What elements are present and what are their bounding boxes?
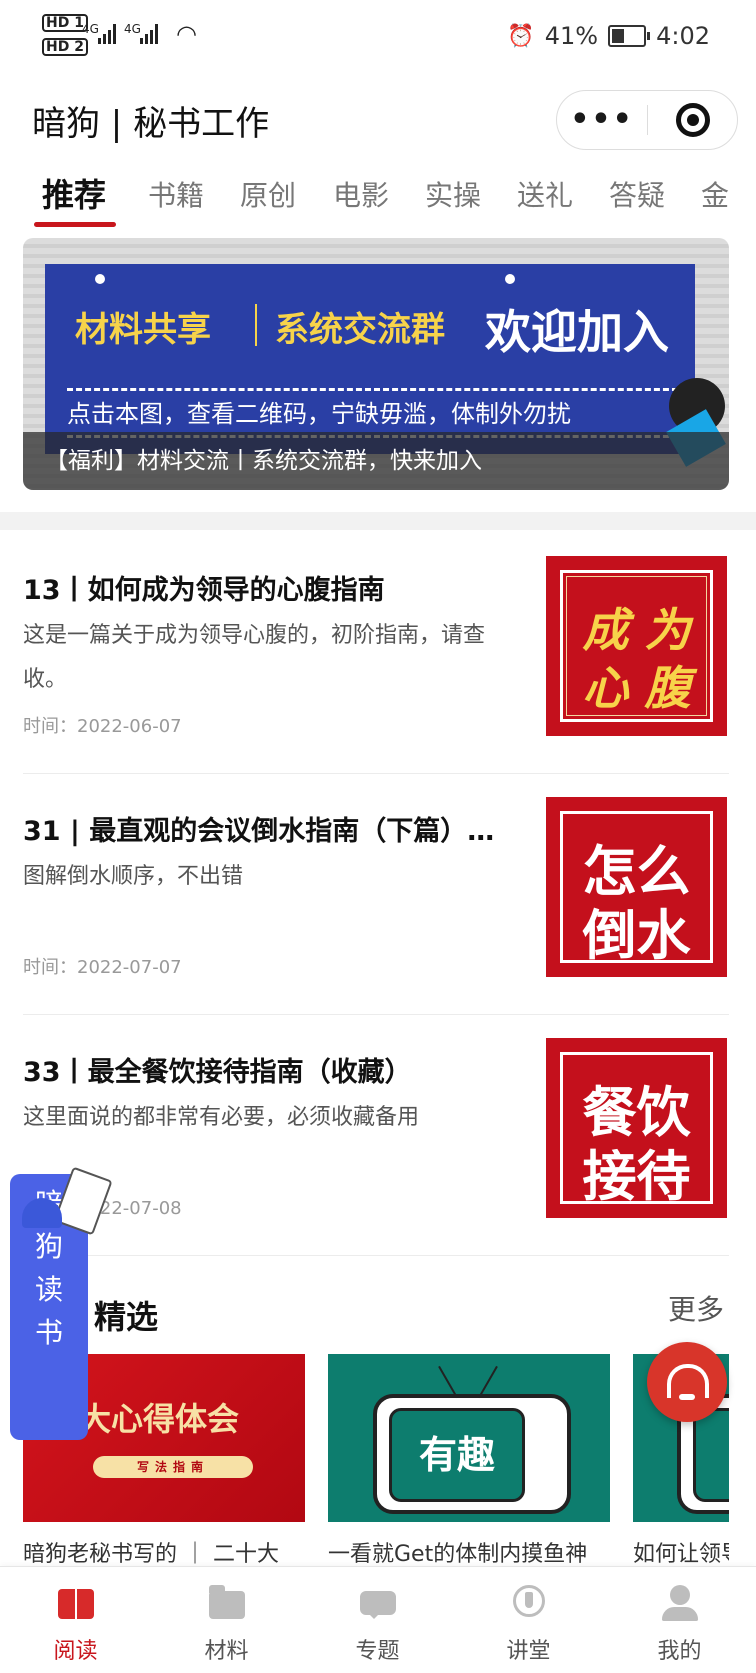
card-image-title: 有 bbox=[693, 1408, 729, 1502]
banner-separator bbox=[255, 304, 257, 346]
nav-topics[interactable]: 专题 bbox=[302, 1567, 453, 1673]
network-type-2: 4G bbox=[124, 22, 141, 36]
page-title: 暗狗 | 秘书工作 bbox=[32, 104, 270, 144]
user-icon bbox=[660, 1583, 700, 1621]
tab-practice[interactable]: 实操 bbox=[425, 174, 481, 214]
banner-caption: 【福利】材料交流丨系统交流群，快来加入 bbox=[23, 432, 729, 490]
lecture-pen-icon bbox=[509, 1583, 549, 1621]
tab-books[interactable]: 书籍 bbox=[148, 174, 204, 214]
headset-mic-icon bbox=[679, 1394, 695, 1400]
close-circle-icon bbox=[675, 103, 710, 137]
article-item[interactable]: 33丨最全餐饮接待指南（收藏） 这里面说的都非常有必要，必须收藏备用 时间：20… bbox=[23, 1016, 729, 1256]
card-caption[interactable]: 一看就Get的体制内摸鱼神 bbox=[328, 1536, 613, 1568]
miniprogram-capsule: ••• bbox=[556, 90, 738, 150]
nav-mine[interactable]: 我的 bbox=[604, 1567, 755, 1673]
more-link[interactable]: 更多 bbox=[668, 1288, 724, 1328]
signal-icon bbox=[140, 24, 158, 44]
tab-movies[interactable]: 电影 bbox=[333, 174, 389, 214]
card-image-title: 有趣 bbox=[389, 1408, 525, 1502]
chat-icon bbox=[358, 1583, 398, 1621]
article-time: 时间：2022-06-07 bbox=[23, 716, 182, 737]
nav-read[interactable]: 阅读 bbox=[0, 1567, 151, 1673]
article-desc: 这是一篇关于成为领导心腹的，初阶指南，请查收。 bbox=[23, 623, 486, 692]
banner-board: 材料共享 系统交流群 欢迎加入 点击本图，查看二维码，宁缺毋滥，体制外勿扰 bbox=[45, 264, 695, 454]
pin-dot bbox=[95, 274, 105, 284]
article-thumbnail: 餐饮 接待 bbox=[546, 1038, 727, 1218]
thumb-text-line1: 成 为 bbox=[582, 603, 691, 657]
nav-materials[interactable]: 材料 bbox=[151, 1567, 302, 1673]
bottom-nav: 阅读 材料 专题 讲堂 我的 bbox=[0, 1566, 756, 1673]
divider bbox=[23, 1255, 729, 1256]
nav-label: 材料 bbox=[204, 1639, 249, 1664]
article-desc: 这里面说的都非常有必要，必须收藏备用 bbox=[23, 1105, 420, 1130]
banner-subtitle: 点击本图，查看二维码，宁缺毋滥，体制外勿扰 bbox=[67, 400, 571, 428]
article-thumbnail: 成 为 心 腹 bbox=[546, 556, 727, 736]
book-icon bbox=[56, 1583, 96, 1621]
article-title: 33丨最全餐饮接待指南（收藏） bbox=[23, 1057, 412, 1088]
alarm-icon: ⏰ bbox=[507, 23, 535, 49]
pin-dot bbox=[505, 274, 515, 284]
tab-qa[interactable]: 答疑 bbox=[609, 174, 665, 214]
thumb-text-line2: 心 腹 bbox=[582, 661, 691, 715]
nav-label: 讲堂 bbox=[506, 1639, 551, 1664]
article-time: 时间：2022-07-07 bbox=[23, 957, 182, 978]
headset-icon bbox=[667, 1364, 709, 1398]
article-title: 31 | 最直观的会议倒水指南（下篇）… bbox=[23, 816, 495, 847]
close-miniprogram-button[interactable] bbox=[648, 103, 737, 137]
nav-label: 专题 bbox=[355, 1639, 400, 1664]
status-bar: HD 1 HD 2 4G 4G ◠ ⏰ 41% 4:02 bbox=[0, 0, 756, 78]
float-char: 读 bbox=[34, 1273, 63, 1306]
wifi-icon: ◠ bbox=[176, 20, 197, 48]
thumb-text-line2: 接待 bbox=[582, 1145, 691, 1208]
tab-gifts[interactable]: 送礼 bbox=[517, 174, 573, 214]
article-item[interactable]: 31 | 最直观的会议倒水指南（下篇）… 图解倒水顺序，不出错 时间：2022-… bbox=[23, 775, 729, 1015]
divider bbox=[23, 773, 729, 774]
status-right: ⏰ 41% 4:02 bbox=[507, 22, 710, 50]
banner-text-welcome: 欢迎加入 bbox=[485, 305, 669, 359]
thumb-text-line2: 倒水 bbox=[582, 904, 691, 967]
active-tab-indicator bbox=[34, 222, 116, 227]
divider bbox=[23, 1014, 729, 1015]
float-char: 书 bbox=[34, 1316, 63, 1349]
category-tabs: 推荐 书籍 原创 电影 实操 送礼 答疑 金 bbox=[0, 168, 756, 234]
section-title: 精选 bbox=[94, 1298, 159, 1336]
battery-percent: 41% bbox=[544, 22, 599, 50]
banner-text-group: 系统交流群 bbox=[275, 310, 445, 350]
nav-label: 阅读 bbox=[53, 1639, 98, 1664]
featured-card[interactable]: 有趣 bbox=[328, 1354, 610, 1522]
network-type-1: 4G bbox=[82, 22, 99, 36]
card-image-tag: 写法指南 bbox=[93, 1456, 253, 1478]
folder-icon bbox=[207, 1583, 247, 1621]
customer-service-button[interactable] bbox=[647, 1342, 727, 1422]
reading-person-icon bbox=[2, 1166, 113, 1238]
banner-text-share: 材料共享 bbox=[75, 310, 211, 350]
card-caption[interactable]: 暗狗老秘书写的 ｜ 二十大 bbox=[23, 1536, 308, 1568]
clock: 4:02 bbox=[656, 22, 710, 50]
signal-icon bbox=[98, 24, 116, 44]
sim2-icon: HD 2 bbox=[42, 38, 88, 56]
nav-lecture[interactable]: 讲堂 bbox=[453, 1567, 604, 1673]
tab-recommend[interactable]: 推荐 bbox=[42, 170, 106, 216]
tab-more-clipped[interactable]: 金 bbox=[701, 174, 729, 214]
article-title: 13丨如何成为领导的心腹指南 bbox=[23, 575, 385, 606]
nav-label: 我的 bbox=[657, 1639, 702, 1664]
article-desc: 图解倒水顺序，不出错 bbox=[23, 864, 244, 889]
tab-original[interactable]: 原创 bbox=[240, 174, 296, 214]
battery-charging-icon bbox=[608, 25, 651, 47]
article-item[interactable]: 13丨如何成为领导的心腹指南 这是一篇关于成为领导心腹的，初阶指南，请查收。 时… bbox=[23, 534, 729, 774]
card-caption[interactable]: 如何让领导 bbox=[633, 1536, 729, 1568]
article-thumbnail: 怎么 倒水 bbox=[546, 797, 727, 977]
promo-banner[interactable]: 材料共享 系统交流群 欢迎加入 点击本图，查看二维码，宁缺毋滥，体制外勿扰 【福… bbox=[23, 238, 729, 490]
section-gap bbox=[0, 512, 756, 530]
more-menu-button[interactable]: ••• bbox=[557, 105, 647, 135]
tv-illustration: 有趣 bbox=[373, 1365, 571, 1514]
